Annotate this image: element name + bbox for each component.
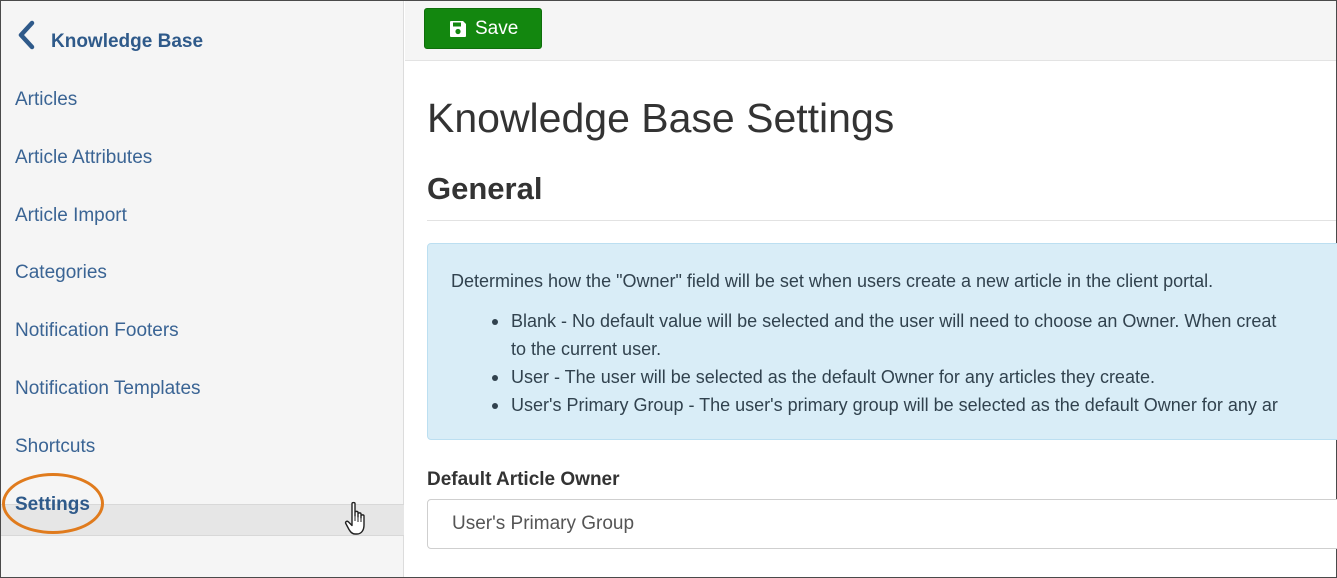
info-item-blank: Blank - No default value will be selecte… xyxy=(511,311,1277,331)
save-button[interactable]: Save xyxy=(424,8,542,49)
floppy-disk-icon xyxy=(450,20,466,37)
bullet xyxy=(492,403,498,409)
sidebar-header: Knowledge Base xyxy=(1,1,404,71)
save-label: Save xyxy=(475,17,519,39)
sidebar-item-notification-footers[interactable]: Notification Footers xyxy=(1,315,404,347)
toolbar: Save xyxy=(405,1,1336,61)
page-title: Knowledge Base Settings xyxy=(427,95,895,141)
info-alert: Determines how the "Owner" field will be… xyxy=(427,243,1337,440)
sidebar-item-article-import[interactable]: Article Import xyxy=(1,200,404,232)
highlight-ring xyxy=(2,473,104,534)
sidebar: Knowledge Base Articles Article Attribut… xyxy=(1,1,404,577)
info-intro-text: Determines how the "Owner" field will be… xyxy=(451,271,1214,291)
sidebar-item-articles[interactable]: Articles xyxy=(1,84,404,116)
chevron-left-icon[interactable] xyxy=(14,20,38,50)
sidebar-item-categories[interactable]: Categories xyxy=(1,257,404,289)
sidebar-item-article-attributes[interactable]: Article Attributes xyxy=(1,142,404,174)
info-item-primary-group: User's Primary Group - The user's primar… xyxy=(511,395,1278,415)
sidebar-title[interactable]: Knowledge Base xyxy=(51,31,203,53)
hand-pointer-icon xyxy=(344,501,365,535)
sidebar-item-shortcuts[interactable]: Shortcuts xyxy=(1,431,404,463)
section-title: General xyxy=(427,171,543,206)
bullet xyxy=(492,375,498,381)
section-divider xyxy=(427,220,1336,221)
info-item-user: User - The user will be selected as the … xyxy=(511,367,1155,387)
info-item-blank-continued: to the current user. xyxy=(511,339,662,359)
default-article-owner-label: Default Article Owner xyxy=(427,469,620,490)
sidebar-item-notification-templates[interactable]: Notification Templates xyxy=(1,373,404,405)
bullet xyxy=(492,319,498,325)
default-article-owner-select[interactable]: User's Primary Group xyxy=(427,499,1337,549)
